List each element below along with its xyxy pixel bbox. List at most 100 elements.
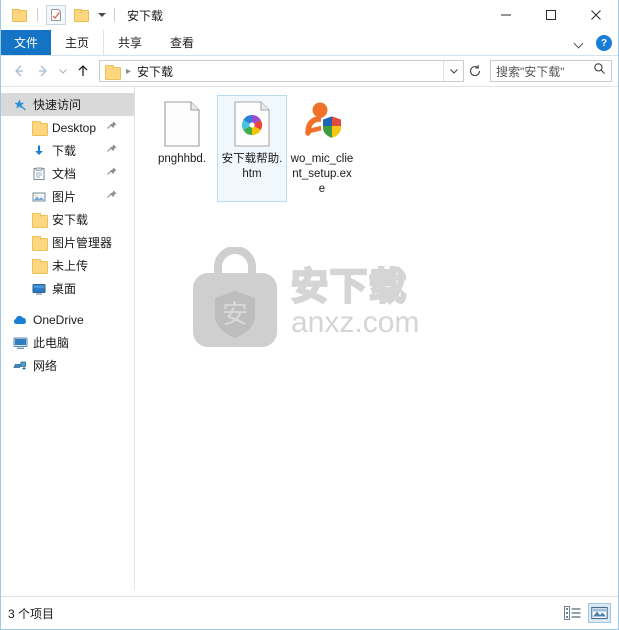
html-pinwheel-icon <box>228 100 276 148</box>
installer-shield-icon <box>298 100 346 148</box>
folder-icon <box>31 235 48 251</box>
sidebar-item-label: 安下载 <box>52 213 89 227</box>
maximize-icon[interactable] <box>528 0 573 30</box>
folder-icon[interactable] <box>9 5 29 25</box>
sidebar-item-label: 快速访问 <box>33 98 82 112</box>
search-icon[interactable] <box>593 62 606 80</box>
refresh-icon[interactable] <box>464 60 486 82</box>
navigation-pane: 快速访问 Desktop 下载 文档 图片 安下载 图片管理器 未上传 桌面 O… <box>1 87 135 590</box>
sidebar-item-pictures[interactable]: 图片 <box>1 185 134 208</box>
toolbar-divider <box>37 8 38 22</box>
svg-text:安: 安 <box>222 300 248 330</box>
sidebar-item-label: OneDrive <box>33 312 84 327</box>
status-bar: 3 个项目 <box>1 596 618 629</box>
details-view-icon[interactable] <box>561 603 584 623</box>
file-grid: pnghhbd. 安下载帮助.htm wo_mic_client_setup.e… <box>135 87 618 202</box>
file-list-pane[interactable]: pnghhbd. 安下载帮助.htm wo_mic_client_setup.e… <box>135 87 618 590</box>
large-icons-view-icon[interactable] <box>588 603 611 623</box>
sidebar-item-desktop-cn[interactable]: 桌面 <box>1 277 134 300</box>
file-item-label: pnghhbd. <box>158 153 206 165</box>
pin-icon[interactable] <box>106 120 118 134</box>
this-pc-icon <box>12 335 28 351</box>
up-arrow-icon[interactable] <box>71 59 95 83</box>
file-item-pnghhbd[interactable]: pnghhbd. <box>147 95 217 202</box>
pin-icon[interactable] <box>106 189 118 203</box>
pin-icon[interactable] <box>106 143 118 157</box>
sidebar-item-label: 下载 <box>52 144 77 158</box>
sidebar-item-desktop-en[interactable]: Desktop <box>1 116 134 139</box>
tab-share[interactable]: 共享 <box>104 30 156 55</box>
sidebar-item-this-pc[interactable]: 此电脑 <box>1 331 134 354</box>
watermark-text: 安下载 anxz.com <box>290 264 420 339</box>
folder-icon <box>31 258 48 274</box>
file-item-anxiazai-help-htm[interactable]: 安下载帮助.htm <box>217 95 287 202</box>
chevron-down-icon[interactable] <box>574 37 586 49</box>
forward-arrow-icon[interactable] <box>31 59 55 83</box>
quick-access-dropdown-icon[interactable] <box>98 13 106 17</box>
new-folder-icon[interactable] <box>71 5 91 25</box>
address-bar-right <box>443 61 463 81</box>
folder-icon <box>31 212 48 228</box>
close-icon[interactable] <box>573 0 618 30</box>
pictures-icon <box>31 189 47 205</box>
search-input[interactable]: 搜索"安下载" <box>490 60 612 82</box>
minimize-icon[interactable] <box>483 0 528 30</box>
help-icon[interactable]: ? <box>596 35 612 51</box>
title-divider <box>114 8 115 22</box>
file-item-label: wo_mic_client_setup.exe <box>290 153 354 195</box>
window-controls <box>483 0 618 30</box>
blank-page-icon <box>158 100 206 148</box>
sidebar-item-downloads[interactable]: 下载 <box>1 139 134 162</box>
breadcrumb-separator-icon: ▸ <box>126 65 132 77</box>
address-dropdown-icon[interactable] <box>443 61 463 81</box>
sidebar-item-picture-manager[interactable]: 图片管理器 <box>1 231 134 254</box>
sidebar-item-label: 桌面 <box>52 282 77 296</box>
breadcrumb-item-current[interactable]: 安下载 <box>137 63 173 80</box>
folder-icon <box>105 64 121 80</box>
sidebar-item-not-uploaded[interactable]: 未上传 <box>1 254 134 277</box>
desktop-icon <box>31 281 47 297</box>
tab-view[interactable]: 查看 <box>156 30 208 55</box>
sidebar-item-label: 图片 <box>52 190 77 204</box>
ribbon-right-controls: ? <box>574 30 612 56</box>
quick-access-toolbar <box>9 5 118 25</box>
sidebar-item-anxiazai[interactable]: 安下载 <box>1 208 134 231</box>
tab-file[interactable]: 文件 <box>1 30 52 55</box>
watermark-domain: anxz.com <box>291 305 420 339</box>
sidebar-item-onedrive[interactable]: OneDrive <box>1 308 134 331</box>
sidebar-item-label: 文档 <box>52 167 77 181</box>
watermark: 安 安下载 anxz.com <box>185 246 420 358</box>
folder-icon <box>31 120 48 136</box>
ribbon-tab-strip: 文件 主页 共享 查看 ? <box>1 30 618 56</box>
navigation-bar: ▸ 安下载 搜索"安下载" <box>1 56 618 86</box>
sidebar-item-label: 此电脑 <box>33 336 70 350</box>
documents-icon <box>31 166 47 182</box>
window-title: 安下载 <box>127 8 164 23</box>
sidebar-item-network[interactable]: 网络 <box>1 354 134 377</box>
tab-home[interactable]: 主页 <box>51 30 105 55</box>
file-explorer-window: 安下载 文件 主页 共享 查看 ? ▸ 安下载 搜索"安下载" 快速访问 Des… <box>0 0 619 630</box>
recent-locations-icon[interactable] <box>55 59 71 83</box>
address-bar[interactable]: ▸ 安下载 <box>99 60 464 82</box>
sidebar-item-label: Desktop <box>52 120 97 135</box>
sidebar-item-documents[interactable]: 文档 <box>1 162 134 185</box>
download-icon <box>31 143 47 159</box>
pin-icon[interactable] <box>106 166 118 180</box>
item-count-label: 3 个项目 <box>8 606 55 621</box>
sidebar-item-label: 图片管理器 <box>52 236 113 250</box>
properties-icon[interactable] <box>46 5 66 25</box>
explorer-body: 快速访问 Desktop 下载 文档 图片 安下载 图片管理器 未上传 桌面 O… <box>1 86 618 590</box>
sidebar-item-quick-access[interactable]: 快速访问 <box>1 93 134 116</box>
star-pin-icon <box>12 97 28 113</box>
search-placeholder: 搜索"安下载" <box>496 64 565 79</box>
anxz-bag-icon: 安 <box>185 246 285 358</box>
view-mode-buttons <box>561 603 611 623</box>
back-arrow-icon[interactable] <box>7 59 31 83</box>
file-item-label: 安下载帮助.htm <box>221 153 283 180</box>
watermark-title: 安下载 <box>290 264 408 308</box>
file-item-wo-mic-client-setup-exe[interactable]: wo_mic_client_setup.exe <box>287 95 357 202</box>
breadcrumb: ▸ 安下载 <box>105 63 173 80</box>
network-icon <box>12 358 28 374</box>
onedrive-cloud-icon <box>12 312 28 328</box>
